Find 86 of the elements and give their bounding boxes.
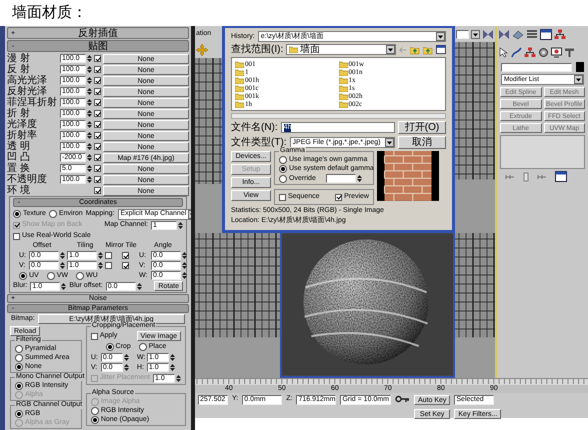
radio-button[interactable]	[15, 410, 23, 418]
map-label: 置 换	[7, 163, 31, 174]
tree-icon[interactable]	[554, 28, 566, 40]
checkbox[interactable]	[279, 194, 286, 200]
folder-up-icon[interactable]	[410, 44, 420, 54]
folder-icon	[289, 46, 298, 53]
map-label: 高光光泽	[7, 75, 48, 86]
field-label: 查找范围(I):	[231, 44, 284, 55]
map-label: 折 射	[7, 108, 30, 119]
window-icon[interactable]	[555, 171, 567, 182]
map-label: 反 射	[7, 64, 30, 75]
field-label: 文件类型(T):	[231, 137, 287, 148]
field-label: 文件名(N):	[231, 122, 278, 133]
radio-button[interactable]	[15, 354, 23, 362]
radio-button[interactable]	[138, 343, 147, 351]
checkbox[interactable]	[94, 77, 101, 84]
checkbox[interactable]	[94, 154, 101, 161]
monitor-icon[interactable]	[551, 46, 562, 58]
checkbox[interactable]	[94, 88, 101, 95]
radio-button[interactable]	[15, 363, 23, 371]
map-label: 反射光泽	[7, 86, 47, 97]
radio-button[interactable]	[90, 416, 99, 424]
radio-button[interactable]	[90, 407, 99, 415]
curve-icon[interactable]	[511, 46, 522, 58]
map-label: 凹 凸	[7, 152, 31, 163]
rollout-title: 反射插值	[77, 28, 119, 38]
checkbox[interactable]	[94, 99, 101, 106]
radio-button[interactable]	[48, 210, 57, 218]
radio-button[interactable]	[279, 165, 287, 173]
checkbox[interactable]	[105, 262, 112, 269]
bowtie-icon[interactable]	[498, 28, 510, 40]
map-label: 菲涅耳折射	[7, 97, 58, 108]
checkbox[interactable]	[122, 262, 129, 269]
radio-button[interactable]	[279, 156, 287, 164]
brick-texture-drawing	[377, 151, 439, 201]
timeline-ruler[interactable]	[195, 379, 588, 385]
radio-button[interactable]	[76, 272, 84, 280]
checkbox[interactable]	[94, 143, 101, 150]
new-folder-icon[interactable]	[423, 44, 434, 54]
view-menu-icon[interactable]	[436, 44, 446, 55]
override-field[interactable]	[326, 174, 356, 183]
cursor-icon[interactable]	[498, 46, 509, 58]
look-in-dropdown[interactable]: 墙面	[286, 44, 396, 55]
radio-button[interactable]	[15, 345, 23, 353]
window-icon[interactable]	[540, 28, 552, 40]
checkbox[interactable]	[105, 252, 112, 259]
map-label: 环 境	[7, 185, 31, 196]
radio-button[interactable]	[19, 272, 27, 280]
checkbox[interactable]	[94, 132, 101, 139]
checkbox[interactable]	[94, 165, 101, 172]
map-label: 透 明	[7, 141, 31, 152]
checkbox[interactable]	[94, 121, 101, 128]
rollout-title: 贴图	[87, 40, 109, 52]
dropdown-value: 墙面	[300, 44, 322, 55]
checkbox[interactable]	[335, 194, 342, 200]
tree-icon[interactable]	[524, 46, 536, 58]
name-field[interactable]	[501, 62, 572, 72]
radio-button[interactable]	[13, 210, 21, 218]
checkbox[interactable]	[122, 252, 129, 259]
radio-button[interactable]	[15, 382, 23, 390]
radio-button[interactable]	[46, 272, 55, 280]
map-label: 不透明度	[7, 174, 48, 185]
checkbox[interactable]	[94, 187, 101, 194]
key-icon[interactable]	[394, 395, 410, 403]
checkbox[interactable]	[13, 232, 20, 240]
checkbox[interactable]	[94, 110, 101, 117]
color-swatch[interactable]	[576, 62, 584, 72]
cancel-button[interactable]: 取消	[398, 136, 446, 149]
radio-button[interactable]	[279, 174, 287, 182]
checkbox[interactable]	[90, 332, 98, 340]
open-button[interactable]: 打开(O)	[398, 121, 446, 134]
toolbar-field[interactable]	[456, 30, 469, 38]
checkbox[interactable]	[94, 55, 101, 62]
bar-icon[interactable]	[523, 172, 529, 182]
list-icon[interactable]	[526, 28, 538, 40]
page-heading: 墙面材质：	[11, 3, 88, 23]
map-label: 折射率	[7, 130, 38, 141]
bowtie-icon[interactable]	[482, 28, 494, 40]
checkbox[interactable]	[94, 66, 101, 73]
map-label: 漫 射	[7, 53, 31, 64]
map-label: 光泽度	[7, 119, 38, 130]
horizontal-scrollbar[interactable]	[231, 113, 446, 119]
checkbox[interactable]	[94, 176, 101, 183]
circle-icon[interactable]	[538, 46, 549, 58]
radio-button[interactable]	[106, 343, 114, 351]
move-icon[interactable]	[196, 44, 208, 56]
